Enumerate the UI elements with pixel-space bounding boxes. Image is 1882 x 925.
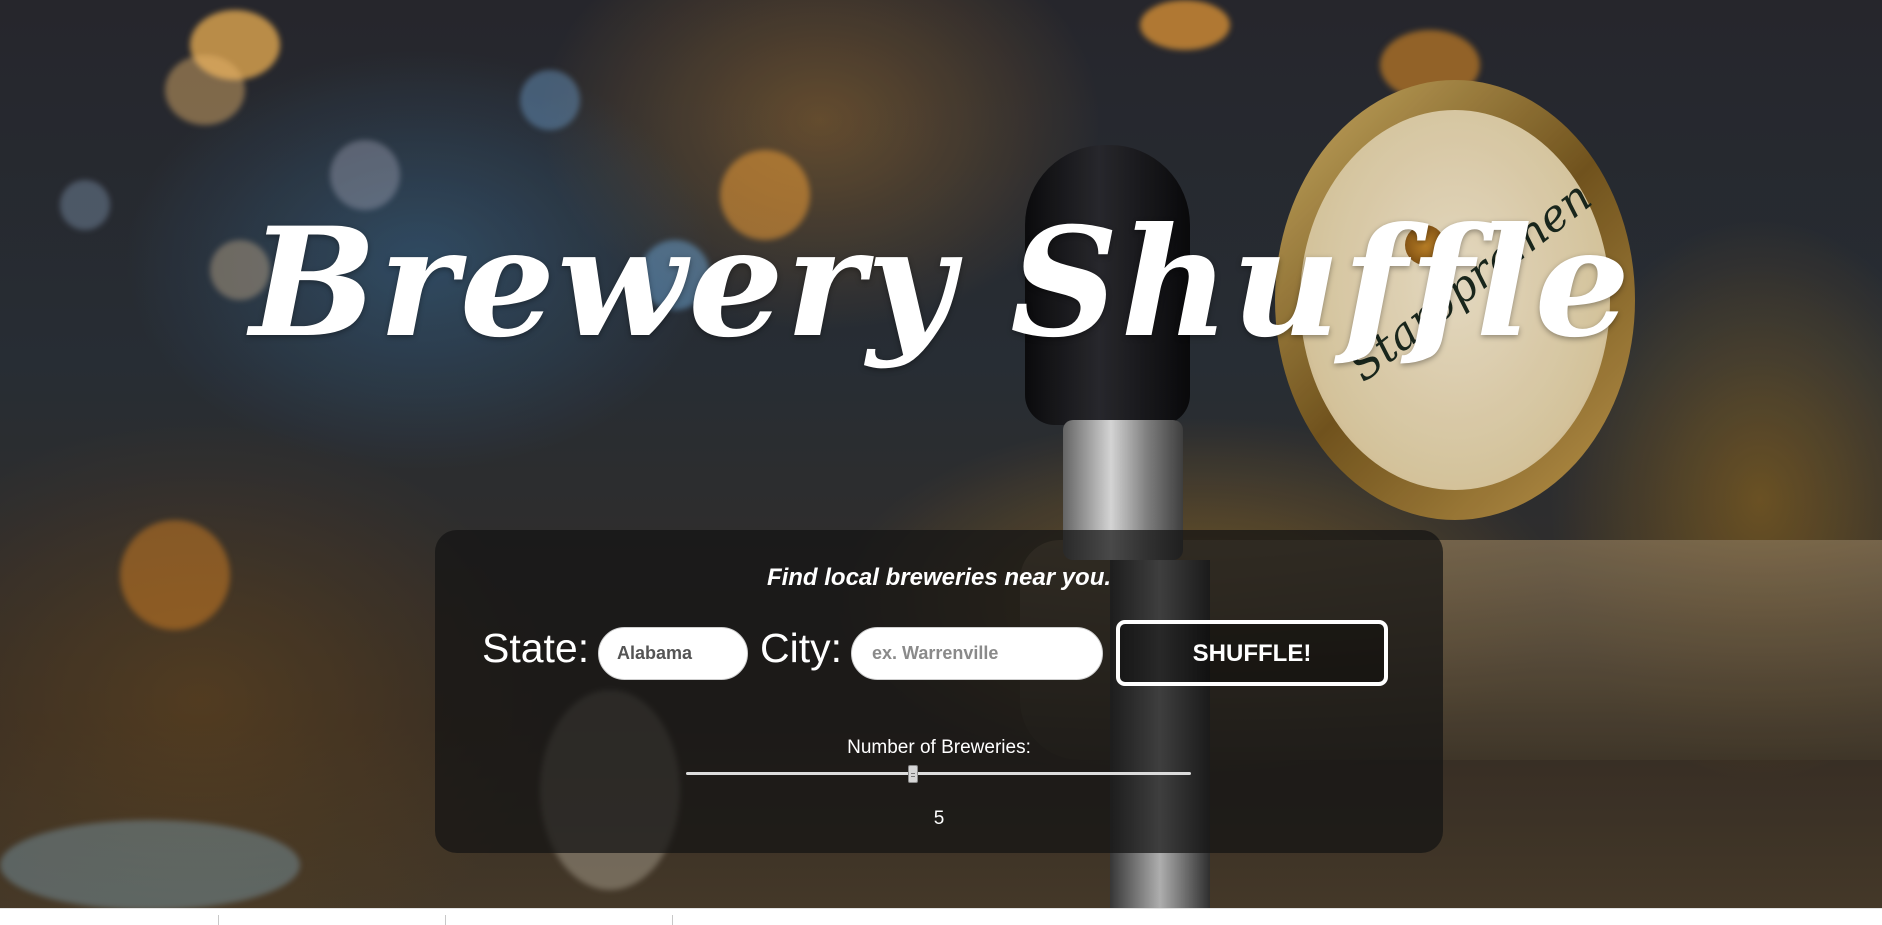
- state-label: State:: [482, 625, 590, 671]
- slider-value: 5: [933, 808, 945, 829]
- slider-label: Number of Breweries:: [847, 737, 1031, 758]
- shuffle-button[interactable]: SHUFFLE!: [1116, 620, 1388, 686]
- page-title: Brewery Shuffle: [249, 195, 1633, 371]
- slider-thumb-icon[interactable]: [908, 765, 919, 783]
- bottom-strip: [0, 908, 1882, 925]
- tagline: Find local breweries near you.: [766, 564, 1112, 591]
- divider: [445, 915, 446, 925]
- page: Staropramen Brewery Shuffle Find local b…: [0, 0, 1882, 925]
- search-panel: Find local breweries near you. State: Al…: [435, 530, 1443, 853]
- state-select[interactable]: Alabama: [598, 627, 748, 680]
- city-label: City:: [760, 625, 842, 671]
- divider: [672, 915, 673, 925]
- city-input[interactable]: [851, 627, 1103, 680]
- divider: [218, 915, 219, 925]
- brewery-count-slider[interactable]: [686, 772, 1191, 775]
